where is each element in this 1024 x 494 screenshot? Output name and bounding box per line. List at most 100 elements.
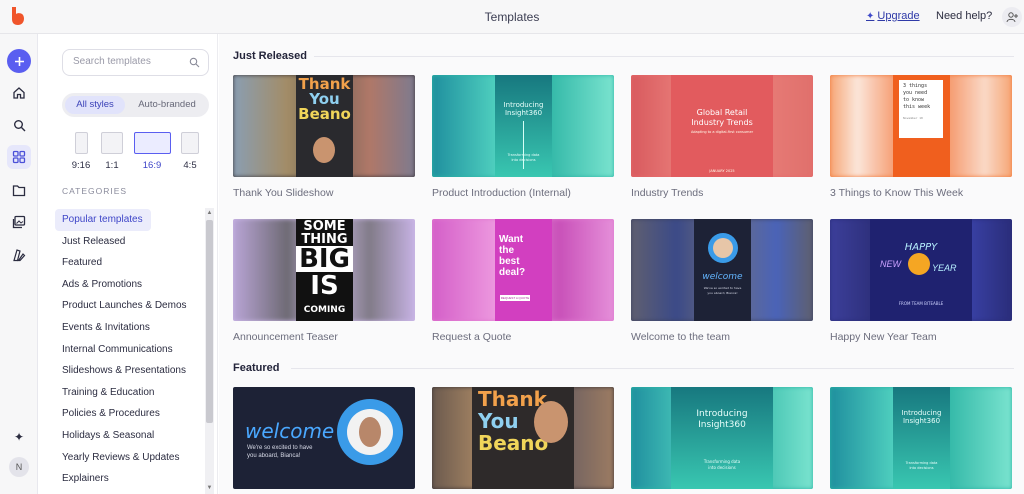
template-card[interactable]: 3 things you need to know this week Nove… [830,75,1012,199]
plus-icon [14,56,24,66]
category-item[interactable]: Internal Communications [55,339,205,361]
thumb-frame: SOME THING BIG IS COMING [296,219,353,321]
template-thumbnail: Introducing Insight360 Transforming data… [432,75,614,177]
create-button[interactable] [7,49,31,73]
thumb-text: welcome [245,419,335,443]
thumb-text: Transforming data [703,459,741,464]
thumb-frame: welcome We've so excited to have you abo… [694,219,751,321]
thumb-text: you need [903,90,928,96]
template-card[interactable]: welcome We're so excited to have you abo… [233,387,415,489]
section-title-featured: Featured [233,362,280,374]
category-item[interactable]: Training & Education [55,382,205,404]
template-thumbnail: Thank You Beano [233,75,415,177]
thumb-text: We've so excited to have [703,286,742,290]
category-item[interactable]: Events & Invitations [55,317,205,339]
icon-rail: ✦ N [0,34,38,494]
thumb-text: Introducing [901,409,942,417]
category-item[interactable]: Just Released [55,231,205,253]
ai-assist-button[interactable]: ✦ [7,425,31,449]
ratio-16-9[interactable]: 16:9 [133,132,171,171]
upgrade-link[interactable]: ✦ Upgrade [866,10,920,22]
thumb-frame: Introducing Insight360 Transforming data… [893,387,950,489]
category-item[interactable]: Product Launches & Demos [55,295,205,317]
template-title: 3 Things to Know This Week [830,187,964,199]
scroll-down-icon[interactable]: ▼ [206,485,213,492]
ratio-shape [133,132,171,154]
search-nav-button[interactable] [7,113,31,137]
template-card[interactable]: Global Retail Industry Trends Adapting t… [631,75,813,199]
template-gallery: Just Released Thank You Beano Thank You … [219,34,1024,494]
filter-panel: All styles Auto-branded 9:16 1:1 16:9 4:… [38,34,218,494]
scroll-up-icon[interactable]: ▲ [206,210,213,217]
thumb-text: Adapting to a digital-first consumer [690,130,754,134]
template-thumbnail: SOME THING BIG IS COMING [233,219,415,321]
thumb-text: Thank [298,75,351,93]
category-list: Popular templates Just Released Featured… [55,209,205,490]
avatar[interactable]: N [9,457,29,477]
template-thumbnail: 3 things you need to know this week Nove… [830,75,1012,177]
thumb-text: welcome [702,272,743,282]
thumb-text: IS [310,271,339,301]
template-card[interactable]: Thank You Beano [432,387,614,489]
portrait [313,137,335,163]
category-item[interactable]: Policies & Procedures [55,403,205,425]
ratio-shape [74,132,88,154]
portrait [713,238,733,258]
auto-branded-option[interactable]: Auto-branded [128,96,206,114]
thumb-text: You [478,409,519,433]
thumb-frame: 3 things you need to know this week Nove… [893,75,950,177]
search-box[interactable] [62,49,209,76]
search-icon[interactable] [189,57,200,68]
home-button[interactable] [7,81,31,105]
template-card[interactable]: Introducing Insight360 Transforming data… [631,387,813,489]
template-title: Thank You Slideshow [233,187,334,199]
thumb-text: into decisions [909,466,934,470]
thumb-frame: Global Retail Industry Trends Adapting t… [671,75,773,177]
brand-nav-button[interactable] [7,243,31,267]
all-styles-option[interactable]: All styles [65,96,125,114]
template-thumbnail: Introducing Insight360 Transforming data… [631,387,813,489]
user-add-icon [1006,12,1018,23]
ratio-4-5[interactable]: 4:5 [178,132,202,171]
thumb-text: Insight360 [504,109,543,117]
template-card[interactable]: Introducing Insight360 Transforming data… [432,75,614,199]
category-item[interactable]: Ads & Promotions [55,274,205,296]
templates-nav-button[interactable] [7,145,31,169]
thumb-text: Transforming data [905,461,938,465]
user-add-button[interactable] [1002,7,1022,27]
media-library-icon [12,215,26,229]
section-title-just-released: Just Released [233,50,307,62]
sparkle-icon: ✦ [866,10,875,22]
category-item[interactable]: Popular templates [55,209,151,231]
ratio-1-1[interactable]: 1:1 [100,132,124,171]
template-title: Product Introduction (Internal) [432,187,571,199]
ratio-9-16[interactable]: 9:16 [69,132,93,171]
template-card[interactable]: HAPPY NEW YEAR FROM TEAM BITEABLE Happy … [830,219,1012,343]
template-card[interactable]: Want the best deal? REQUEST A QUOTE Requ… [432,219,614,343]
template-title: Happy New Year Team [830,331,937,343]
search-input[interactable] [73,56,183,67]
sparkle-icon: ✦ [13,430,25,444]
category-item[interactable]: Featured [55,252,205,274]
thumb-text: Insight360 [698,420,746,430]
thumb-text: NEW [880,259,901,269]
category-item[interactable]: Yearly Reviews & Updates [55,447,205,469]
thumb-text: Introducing [503,101,544,109]
thumb-text: JANUARY 2025 [709,169,735,173]
template-card[interactable]: SOME THING BIG IS COMING Announcement Te… [233,219,415,343]
category-item[interactable]: Explainers [55,468,205,490]
media-nav-button[interactable] [7,210,31,234]
template-card[interactable]: welcome We've so excited to have you abo… [631,219,813,343]
app-window: Templates ✦ Upgrade Need help? ✦ N Searc… [0,0,1024,494]
thumb-text: Insight360 [902,417,941,425]
help-link[interactable]: Need help? [936,10,992,22]
portrait-face [359,417,381,447]
projects-nav-button[interactable] [7,178,31,202]
category-item[interactable]: Holidays & Seasonal [55,425,205,447]
category-item[interactable]: Slideshows & Presentations [55,360,205,382]
template-card[interactable]: Thank You Beano Thank You Slideshow [233,75,415,199]
ratio-label: 4:5 [183,160,197,171]
template-card[interactable]: Introducing Insight360 Transforming data… [830,387,1012,489]
thumb-text: Introducing [696,409,748,419]
scrollbar-thumb[interactable] [206,220,213,423]
